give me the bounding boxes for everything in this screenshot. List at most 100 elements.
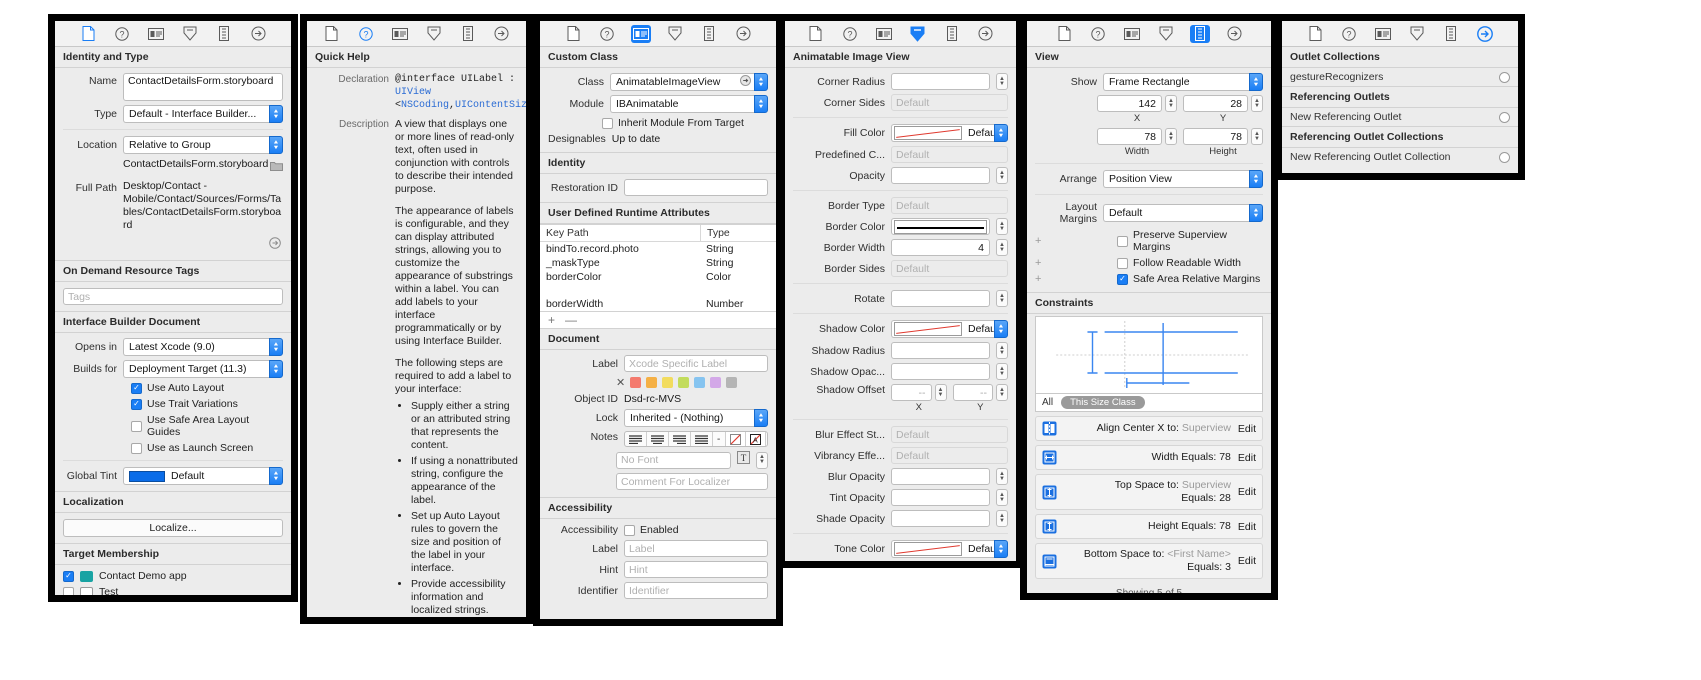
- localize-button[interactable]: Localize...: [63, 519, 283, 537]
- constraint-edit-button[interactable]: Edit: [1238, 486, 1256, 498]
- connection-well-icon[interactable]: [1499, 71, 1510, 83]
- quick-help-icon[interactable]: ?: [1339, 25, 1359, 43]
- identity-inspector-icon[interactable]: [874, 25, 894, 43]
- align-justify-icon[interactable]: [691, 432, 713, 446]
- table-row[interactable]: [540, 284, 776, 297]
- lock-select[interactable]: Inherited - (Nothing) ▲ ▼: [624, 409, 768, 427]
- connections-inspector-icon[interactable]: [1224, 25, 1244, 43]
- quick-help-icon[interactable]: ?: [112, 25, 132, 43]
- tint-color-well[interactable]: [129, 470, 165, 482]
- shadow-opacity-input[interactable]: [891, 363, 990, 380]
- table-row[interactable]: borderColor Color: [540, 270, 776, 284]
- shadow-radius-input[interactable]: [891, 342, 990, 359]
- border-color-stepper[interactable]: ▲ ▼: [996, 218, 1008, 235]
- shadow-offset-x-stepper[interactable]: ▲ ▼: [934, 384, 947, 401]
- file-inspector-icon[interactable]: [563, 25, 583, 43]
- swatch-green[interactable]: [678, 377, 690, 388]
- constraint-row[interactable]: Width Equals: 78 Edit: [1035, 445, 1263, 470]
- outlet-row[interactable]: New Referencing Outlet: [1282, 108, 1518, 126]
- font-panel-icon[interactable]: T: [737, 451, 750, 469]
- scope-all-button[interactable]: All: [1042, 397, 1053, 408]
- border-color-well[interactable]: [894, 219, 987, 234]
- swatch-blue[interactable]: [694, 377, 706, 388]
- target-row-test[interactable]: Test: [55, 584, 291, 595]
- connections-inspector-icon[interactable]: [1475, 25, 1495, 43]
- a11y-identifier-input[interactable]: Identifier: [624, 582, 768, 599]
- table-row[interactable]: _maskType String: [540, 256, 776, 270]
- identity-inspector-icon[interactable]: [1122, 25, 1142, 43]
- constraint-edit-button[interactable]: Edit: [1238, 555, 1256, 567]
- table-row[interactable]: bindTo.record.photo String: [540, 242, 776, 256]
- border-width-stepper[interactable]: ▲ ▼: [996, 239, 1008, 256]
- restoration-id-input[interactable]: [624, 179, 768, 196]
- inspector-tabbar[interactable]: ?: [785, 21, 1016, 47]
- opacity-stepper[interactable]: ▲ ▼: [996, 167, 1008, 184]
- attributes-inspector-icon[interactable]: [1407, 25, 1427, 43]
- shadow-radius-stepper[interactable]: ▲ ▼: [996, 342, 1008, 359]
- height-input[interactable]: 78: [1183, 128, 1248, 145]
- connections-inspector-icon[interactable]: [248, 25, 268, 43]
- plus-icon[interactable]: +: [1035, 235, 1043, 247]
- safe-area-relative-margins-checkbox[interactable]: Safe Area Relative Margins: [1117, 273, 1260, 285]
- show-select[interactable]: Frame Rectangle ▲ ▼: [1103, 73, 1263, 91]
- inspector-tabbar[interactable]: ?: [540, 21, 776, 47]
- type-select[interactable]: Default - Interface Builder... ▲ ▼: [123, 105, 283, 123]
- file-inspector-icon[interactable]: [1305, 25, 1325, 43]
- swatch-purple[interactable]: [710, 377, 722, 388]
- x-stepper[interactable]: ▲ ▼: [1165, 95, 1177, 112]
- align-right-icon[interactable]: [669, 432, 691, 446]
- constraint-row[interactable]: Bottom Space to: <First Name> Equals: 3 E…: [1035, 543, 1263, 579]
- file-inspector-icon[interactable]: [806, 25, 826, 43]
- plus-icon[interactable]: +: [1035, 257, 1043, 269]
- constraint-edit-button[interactable]: Edit: [1238, 452, 1256, 464]
- shade-opacity-stepper[interactable]: ▲ ▼: [996, 510, 1008, 527]
- scope-this-size-class-button[interactable]: This Size Class: [1061, 396, 1145, 409]
- swatch-orange[interactable]: [646, 377, 658, 388]
- outlet-row[interactable]: gestureRecognizers: [1282, 68, 1518, 86]
- shadow-color-select[interactable]: Default ▲▼: [891, 320, 1008, 338]
- dashes-icon[interactable]: ---: [713, 432, 727, 446]
- inherit-module-from-target-checkbox[interactable]: Inherit Module From Target: [602, 117, 744, 129]
- y-stepper[interactable]: ▲ ▼: [1251, 95, 1263, 112]
- height-stepper[interactable]: ▲ ▼: [1251, 128, 1263, 145]
- border-width-input[interactable]: 4: [891, 239, 990, 256]
- constraints-scope-bar[interactable]: All This Size Class: [1035, 394, 1263, 412]
- location-select[interactable]: Relative to Group ▲ ▼: [123, 136, 283, 154]
- global-tint-select[interactable]: Default ▲ ▼: [123, 467, 283, 485]
- width-input[interactable]: 78: [1097, 128, 1162, 145]
- shadow-offset-y-stepper[interactable]: ▲ ▼: [996, 384, 1008, 401]
- attributes-inspector-icon[interactable]: [908, 25, 928, 43]
- vibrancy-effect-input[interactable]: Default: [891, 447, 1008, 464]
- outlet-row[interactable]: New Referencing Outlet Collection: [1282, 148, 1518, 166]
- target-row-contact-demo-app[interactable]: Contact Demo app: [55, 565, 291, 584]
- background-color-icon[interactable]: A: [746, 432, 767, 446]
- jump-to-definition-icon[interactable]: [740, 75, 751, 89]
- align-center-icon[interactable]: [647, 432, 669, 446]
- attributes-inspector-icon[interactable]: [180, 25, 200, 43]
- class-select[interactable]: AnimatableImageView ▲ ▼: [610, 73, 768, 91]
- connections-inspector-icon[interactable]: [976, 25, 996, 43]
- tags-input[interactable]: Tags: [63, 288, 283, 305]
- attributes-inspector-icon[interactable]: [665, 25, 685, 43]
- rotate-input[interactable]: [891, 290, 990, 307]
- shadow-offset-y-input[interactable]: --: [952, 384, 993, 401]
- size-inspector-icon[interactable]: [214, 25, 234, 43]
- use-safe-area-layout-guides-checkbox[interactable]: Use Safe Area Layout Guides: [131, 414, 283, 438]
- align-left-icon[interactable]: [625, 432, 647, 446]
- table-row[interactable]: borderWidth Number: [540, 297, 776, 311]
- x-input[interactable]: 142: [1097, 95, 1162, 112]
- size-inspector-icon[interactable]: [458, 25, 478, 43]
- quick-help-icon[interactable]: ?: [597, 25, 617, 43]
- preserve-superview-margins-checkbox[interactable]: Preserve Superview Margins: [1117, 229, 1263, 253]
- shade-opacity-input[interactable]: [891, 510, 990, 527]
- size-inspector-icon[interactable]: [1190, 24, 1210, 43]
- blur-effect-style-input[interactable]: Default: [891, 426, 1008, 443]
- inspector-tabbar[interactable]: ?: [1282, 21, 1518, 47]
- file-inspector-icon[interactable]: [1054, 25, 1074, 43]
- border-color-input[interactable]: [891, 218, 990, 235]
- inspector-tabbar[interactable]: ?: [307, 21, 526, 47]
- swatch-red[interactable]: [630, 377, 642, 388]
- width-stepper[interactable]: ▲ ▼: [1165, 128, 1177, 145]
- connection-well-icon[interactable]: [1499, 111, 1510, 123]
- swatch-yellow[interactable]: [662, 377, 674, 388]
